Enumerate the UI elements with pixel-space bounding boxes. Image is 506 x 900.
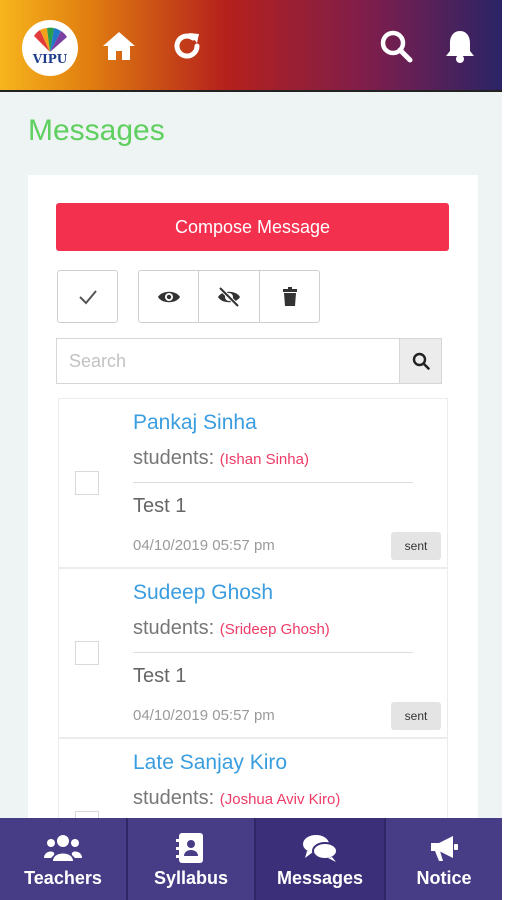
home-icon[interactable] — [99, 26, 139, 66]
eye-icon — [157, 291, 180, 302]
message-divider — [133, 652, 413, 653]
student-names: (Srideep Ghosh) — [219, 621, 330, 638]
search-input[interactable] — [57, 339, 399, 383]
message-date: 04/10/2019 05:57 pm — [133, 707, 275, 724]
users-icon — [44, 830, 82, 866]
eye-slash-icon — [218, 286, 240, 307]
message-item[interactable]: Late Sanjay Kiro students: (Joshua Aviv … — [58, 738, 448, 820]
message-sender[interactable]: Pankaj Sinha — [133, 411, 257, 435]
select-all-button[interactable] — [57, 270, 118, 323]
logo-fan-icon — [34, 27, 67, 52]
student-names: (Joshua Aviv Kiro) — [219, 791, 341, 808]
delete-button[interactable] — [259, 270, 320, 323]
nav-item-notice[interactable]: Notice — [386, 818, 502, 900]
nav-label-teachers: Teachers — [24, 867, 102, 888]
status-badge: sent — [391, 532, 441, 560]
message-item[interactable]: Sudeep Ghosh students: (Srideep Ghosh) T… — [58, 568, 448, 738]
student-names: (Ishan Sinha) — [219, 451, 309, 468]
check-icon — [78, 289, 97, 304]
search-button-icon — [412, 352, 430, 370]
message-checkbox[interactable] — [75, 471, 99, 495]
search-bar — [56, 338, 442, 384]
address-book-icon — [176, 830, 206, 866]
refresh-icon[interactable] — [167, 26, 207, 66]
message-students: students: (Ishan Sinha) — [133, 447, 309, 470]
window-edge — [502, 0, 506, 900]
status-badge: sent — [391, 702, 441, 730]
message-list: Pankaj Sinha students: (Ishan Sinha) Tes… — [58, 398, 448, 820]
message-divider — [133, 482, 413, 483]
nav-label-messages: Messages — [276, 867, 364, 888]
message-sender[interactable]: Late Sanjay Kiro — [133, 751, 287, 775]
message-sender[interactable]: Sudeep Ghosh — [133, 581, 273, 605]
message-subject: Test 1 — [133, 495, 187, 517]
trash-icon — [282, 286, 297, 306]
logo-text: VIPU — [32, 52, 68, 66]
students-label: students: — [133, 787, 215, 809]
search-icon[interactable] — [376, 26, 416, 66]
students-label: students: — [133, 447, 215, 469]
message-students: students: (Srideep Ghosh) — [133, 617, 330, 640]
mark-unread-button[interactable] — [198, 270, 260, 323]
nav-label-notice: Notice — [416, 867, 472, 888]
mark-read-button[interactable] — [138, 270, 199, 323]
bell-icon[interactable] — [440, 26, 480, 66]
message-checkbox[interactable] — [75, 641, 99, 665]
nav-label-syllabus: Syllabus — [153, 867, 229, 888]
app-header: VIPU — [0, 0, 502, 92]
nav-item-syllabus[interactable]: Syllabus — [128, 818, 256, 900]
nav-item-teachers[interactable]: Teachers — [0, 818, 128, 900]
message-students: students: (Joshua Aviv Kiro) — [133, 787, 340, 810]
comments-icon — [302, 830, 338, 866]
bottom-navigation: Teachers Syllabus Messages Notice — [0, 818, 502, 900]
nav-item-messages[interactable]: Messages — [256, 818, 386, 900]
school-logo[interactable]: VIPU — [22, 20, 78, 76]
message-subject: Test 1 — [133, 665, 187, 687]
search-button[interactable] — [399, 339, 441, 383]
message-item[interactable]: Pankaj Sinha students: (Ishan Sinha) Tes… — [58, 398, 448, 568]
students-label: students: — [133, 617, 215, 639]
page-title: Messages — [28, 114, 165, 147]
bullhorn-icon — [427, 830, 461, 866]
message-date: 04/10/2019 05:57 pm — [133, 537, 275, 554]
compose-message-button[interactable]: Compose Message — [56, 203, 449, 251]
